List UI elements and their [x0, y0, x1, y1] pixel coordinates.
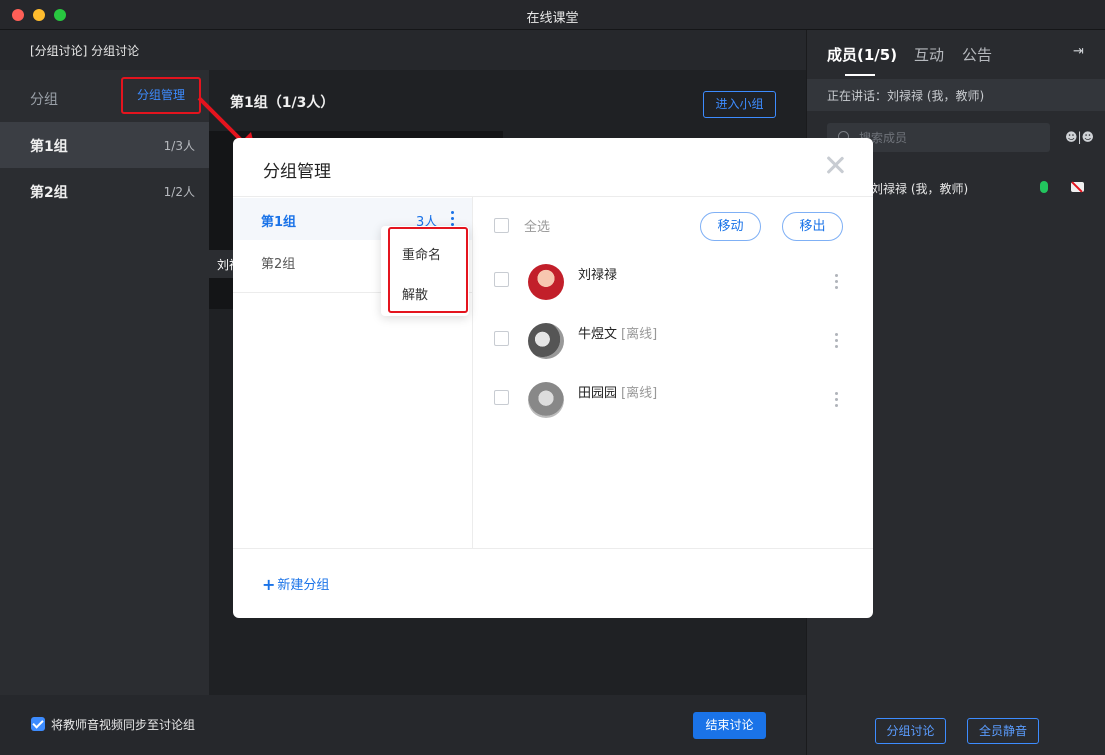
dialog-member-row[interactable]: 牛煜文 [离线]: [473, 321, 873, 361]
sync-av-label: 将教师音视频同步至讨论组: [51, 718, 196, 732]
group-name: 第1组: [30, 139, 68, 155]
enter-group-button[interactable]: 进入小组: [703, 91, 776, 118]
more-vertical-icon[interactable]: [451, 211, 455, 227]
dialog-title: 分组管理: [263, 162, 331, 182]
dialog-member-row[interactable]: 刘禄禄: [473, 262, 873, 302]
group-count: 1/2人: [163, 185, 195, 199]
tab-underline: [845, 74, 875, 76]
group-name: 第2组: [30, 185, 68, 201]
group-count: 1/3人: [163, 139, 195, 153]
sidebar-header: 分组 分组管理: [0, 70, 209, 122]
mute-all-button[interactable]: 全员静音: [967, 718, 1039, 744]
member-name: 田园园 [离线]: [578, 386, 658, 401]
avatar: [528, 382, 564, 418]
bottom-bar: 将教师音视频同步至讨论组 结束讨论: [0, 695, 806, 755]
sidebar-header-label: 分组: [30, 92, 58, 108]
more-vertical-icon[interactable]: [835, 333, 839, 349]
group-sidebar: 分组 分组管理 第1组 1/3人 第2组 1/2人: [0, 70, 209, 695]
member-name: 刘禄禄 (我，教师): [871, 182, 969, 196]
member-checkbox[interactable]: [494, 331, 509, 346]
window-titlebar: 在线课堂: [0, 0, 1105, 30]
group-name: 第1组: [261, 215, 297, 230]
more-vertical-icon[interactable]: [835, 392, 839, 408]
menu-item-dissolve[interactable]: 解散: [402, 284, 428, 303]
more-vertical-icon[interactable]: [835, 274, 839, 290]
sidebar-item-group-2[interactable]: 第2组 1/2人: [0, 168, 209, 214]
divider: [233, 548, 873, 549]
group-name: 第2组: [261, 257, 296, 272]
dialog-member-row[interactable]: 田园园 [离线]: [473, 380, 873, 420]
speaking-indicator: 正在讲话：刘禄禄 (我，教师): [807, 79, 1105, 111]
tab-interaction[interactable]: 互动: [914, 44, 944, 65]
sync-av-checkbox[interactable]: [31, 717, 45, 731]
divider: [233, 196, 873, 197]
end-discussion-button[interactable]: 结束讨论: [693, 712, 766, 739]
menu-item-rename[interactable]: 重命名: [402, 244, 441, 263]
breadcrumb: [分组讨论] 分组讨论: [30, 44, 140, 58]
group-context-menu: 重命名 解散: [381, 226, 469, 316]
member-name: 牛煜文 [离线]: [578, 327, 658, 342]
member-name: 刘禄禄: [578, 268, 618, 283]
sidebar-item-group-1[interactable]: 第1组 1/3人: [0, 122, 209, 168]
camera-off-icon[interactable]: [1071, 182, 1084, 192]
window-title: 在线课堂: [526, 11, 579, 26]
move-button[interactable]: 移动: [700, 212, 761, 241]
avatar: [528, 264, 564, 300]
video-group-title: 第1组（1/3人）: [230, 95, 335, 111]
member-manage-icon[interactable]: ☻|☻: [1065, 130, 1094, 144]
group-manage-dialog: 分组管理 第1组 3人 第2组 重命名 解散 全选 移动 移出 刘禄禄 牛煜文[…: [233, 138, 873, 618]
member-checkbox[interactable]: [494, 390, 509, 405]
exit-panel-icon[interactable]: ⇥: [1073, 44, 1087, 59]
avatar: [528, 323, 564, 359]
plus-icon: +: [262, 575, 276, 594]
group-manage-link[interactable]: 分组管理: [121, 77, 201, 114]
tab-announcement[interactable]: 公告: [962, 44, 992, 65]
member-search-input[interactable]: [859, 123, 1044, 152]
close-icon[interactable]: [824, 154, 846, 176]
group-discussion-button[interactable]: 分组讨论: [875, 718, 946, 744]
member-checkbox[interactable]: [494, 272, 509, 287]
tab-members[interactable]: 成员(1/5): [827, 44, 897, 65]
divider: [472, 197, 473, 548]
microphone-icon[interactable]: [1040, 181, 1048, 193]
select-all-checkbox[interactable]: [494, 218, 509, 233]
select-all-label: 全选: [524, 220, 551, 235]
new-group-button[interactable]: + 新建分组: [262, 574, 329, 594]
remove-button[interactable]: 移出: [782, 212, 843, 241]
